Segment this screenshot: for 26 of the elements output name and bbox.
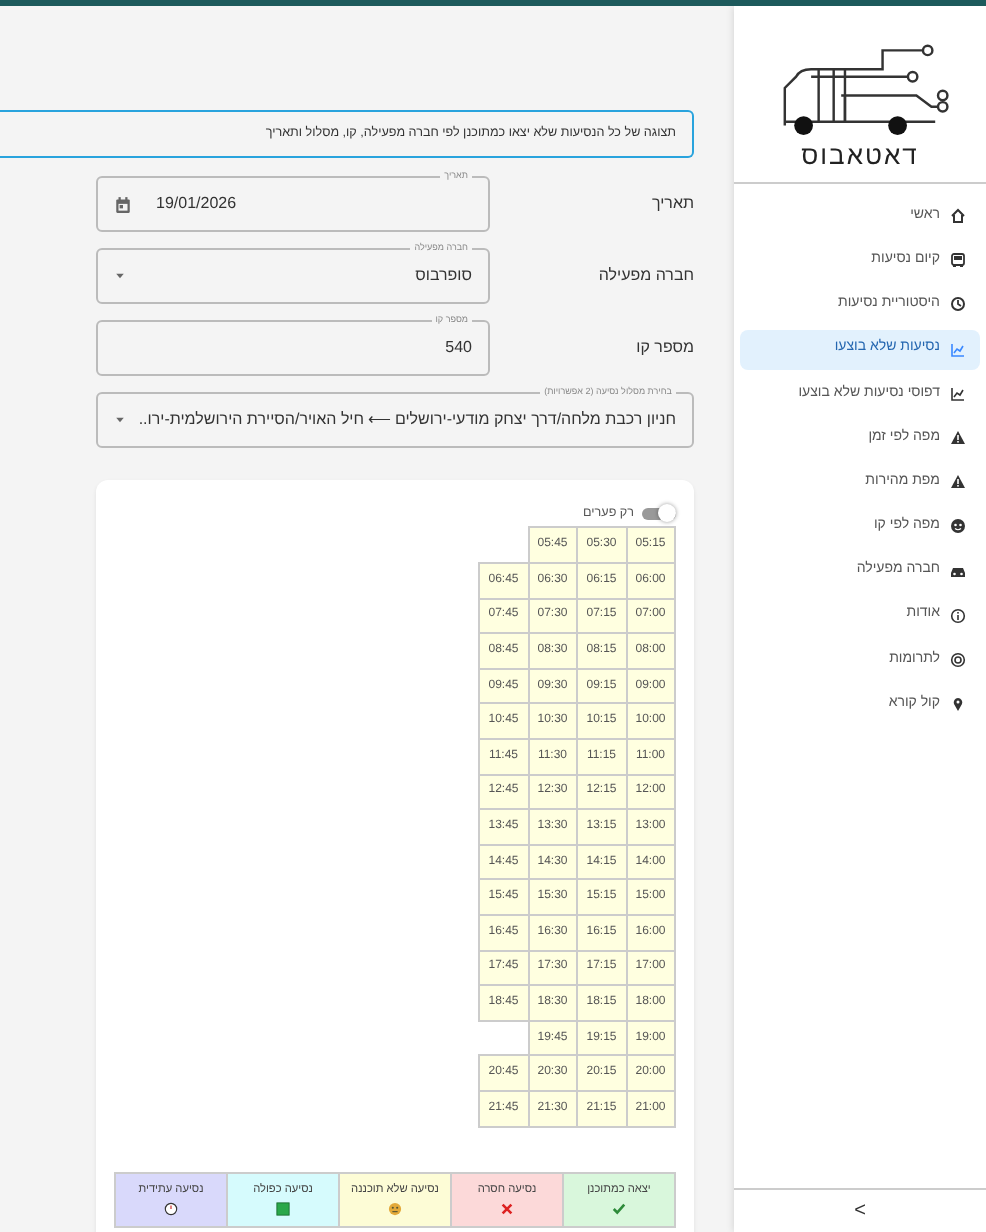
check-icon [612, 1202, 626, 1217]
square-icon [276, 1202, 290, 1217]
field-label: מספר קו [634, 336, 694, 360]
calendar-icon [114, 195, 132, 213]
warning-icon [950, 429, 966, 446]
info-icon [950, 607, 966, 624]
pin-icon [950, 696, 966, 713]
clock-icon [950, 296, 966, 313]
field-label: תאריך [649, 192, 694, 216]
toggle-switch[interactable] [642, 504, 676, 523]
field-label: חברה מפעילה [596, 264, 694, 288]
chart-icon [950, 385, 966, 402]
warning-icon [950, 474, 966, 491]
caret-icon [114, 270, 126, 282]
car-icon [950, 563, 966, 579]
face-icon [388, 1202, 402, 1217]
bus-front-icon [950, 518, 966, 535]
cross-icon [500, 1202, 514, 1217]
logo-text: דאטאבוס [801, 141, 919, 167]
collapse-button[interactable]: > [854, 1196, 866, 1226]
clock-icon [164, 1202, 178, 1217]
coin-icon [950, 651, 966, 668]
caret-icon [114, 414, 126, 426]
chart-icon [950, 341, 966, 358]
bus-icon [950, 252, 966, 269]
home-icon [950, 208, 966, 224]
